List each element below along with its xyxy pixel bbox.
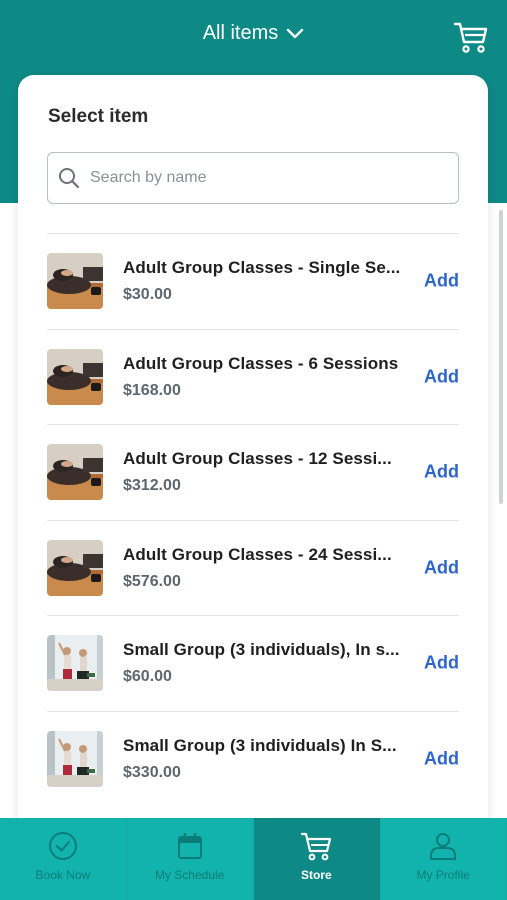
search-box[interactable] (47, 152, 459, 204)
nav-label: My Schedule (154, 868, 225, 882)
list-item[interactable]: Small Group (3 individuals), In s... $60… (47, 615, 459, 711)
item-name: Adult Group Classes - 12 Sessi... (123, 449, 392, 469)
add-button[interactable]: Add (424, 557, 459, 578)
item-name: Adult Group Classes - Single Se... (123, 258, 401, 278)
item-info: Adult Group Classes - Single Se... $30.0… (123, 258, 415, 304)
item-name: Adult Group Classes - 24 Sessi... (123, 544, 392, 564)
item-price: $312.00 (123, 477, 181, 495)
item-thumbnail (47, 444, 103, 501)
add-button[interactable]: Add (424, 462, 459, 483)
cart-icon (301, 832, 332, 861)
check-circle-icon (48, 832, 77, 860)
item-thumbnail (47, 635, 103, 692)
panel-title: Select item (48, 106, 149, 127)
item-price: $168.00 (123, 381, 181, 399)
item-thumbnail (47, 348, 103, 405)
nav-item-book-now[interactable]: Book Now (0, 818, 127, 900)
list-item[interactable]: Adult Group Classes - 6 Sessions $168.00… (47, 328, 459, 425)
item-price: $330.00 (123, 763, 181, 781)
item-info: Adult Group Classes - 6 Sessions $168.00 (123, 354, 415, 400)
list-item[interactable]: Small Group (3 individuals) In S... $330… (47, 710, 459, 807)
item-thumbnail (47, 539, 103, 596)
chevron-down-icon (286, 28, 304, 40)
header-title: All items (202, 22, 279, 44)
item-thumbnail (47, 730, 103, 787)
person-icon (430, 833, 457, 860)
nav-label: Book Now (35, 868, 91, 882)
item-price: $576.00 (123, 572, 181, 590)
list-item[interactable]: Adult Group Classes - Single Se... $30.0… (47, 233, 459, 329)
calendar-icon (177, 833, 202, 859)
list-item[interactable]: Adult Group Classes - 24 Sessi... $576.0… (47, 519, 459, 616)
add-button[interactable]: Add (424, 748, 459, 769)
nav-item-my-profile[interactable]: My Profile (380, 818, 507, 900)
nav-label: Store (301, 868, 332, 882)
item-info: Adult Group Classes - 12 Sessi... $312.0… (123, 449, 415, 495)
item-name: Small Group (3 individuals), In s... (123, 640, 400, 660)
add-button[interactable]: Add (424, 366, 459, 387)
add-button[interactable]: Add (424, 271, 459, 292)
nav-label: My Profile (416, 868, 470, 882)
nav-item-store[interactable]: Store (253, 818, 381, 900)
item-name: Small Group (3 individuals) In S... (123, 735, 397, 755)
bottom-nav: Book Now My Schedule Store My Profile (0, 818, 507, 900)
cart-icon[interactable] (453, 20, 489, 54)
category-dropdown[interactable]: All items (0, 22, 507, 45)
item-price: $60.00 (123, 668, 172, 686)
list-item[interactable]: Adult Group Classes - 12 Sessi... $312.0… (47, 424, 459, 520)
nav-item-my-schedule[interactable]: My Schedule (127, 818, 254, 900)
item-info: Small Group (3 individuals) In S... $330… (123, 736, 415, 782)
scrollbar[interactable] (499, 210, 503, 504)
search-input[interactable] (90, 169, 450, 187)
item-price: $30.00 (123, 286, 172, 304)
search-icon (59, 168, 80, 189)
item-info: Adult Group Classes - 24 Sessi... $576.0… (123, 545, 415, 591)
item-list: Adult Group Classes - Single Se... $30.0… (47, 233, 459, 806)
add-button[interactable]: Add (424, 653, 459, 674)
item-name: Adult Group Classes - 6 Sessions (123, 353, 399, 373)
item-picker-panel: Select item Adult Group Classes - Single… (18, 75, 488, 835)
item-thumbnail (47, 253, 103, 310)
item-info: Small Group (3 individuals), In s... $60… (123, 640, 415, 686)
